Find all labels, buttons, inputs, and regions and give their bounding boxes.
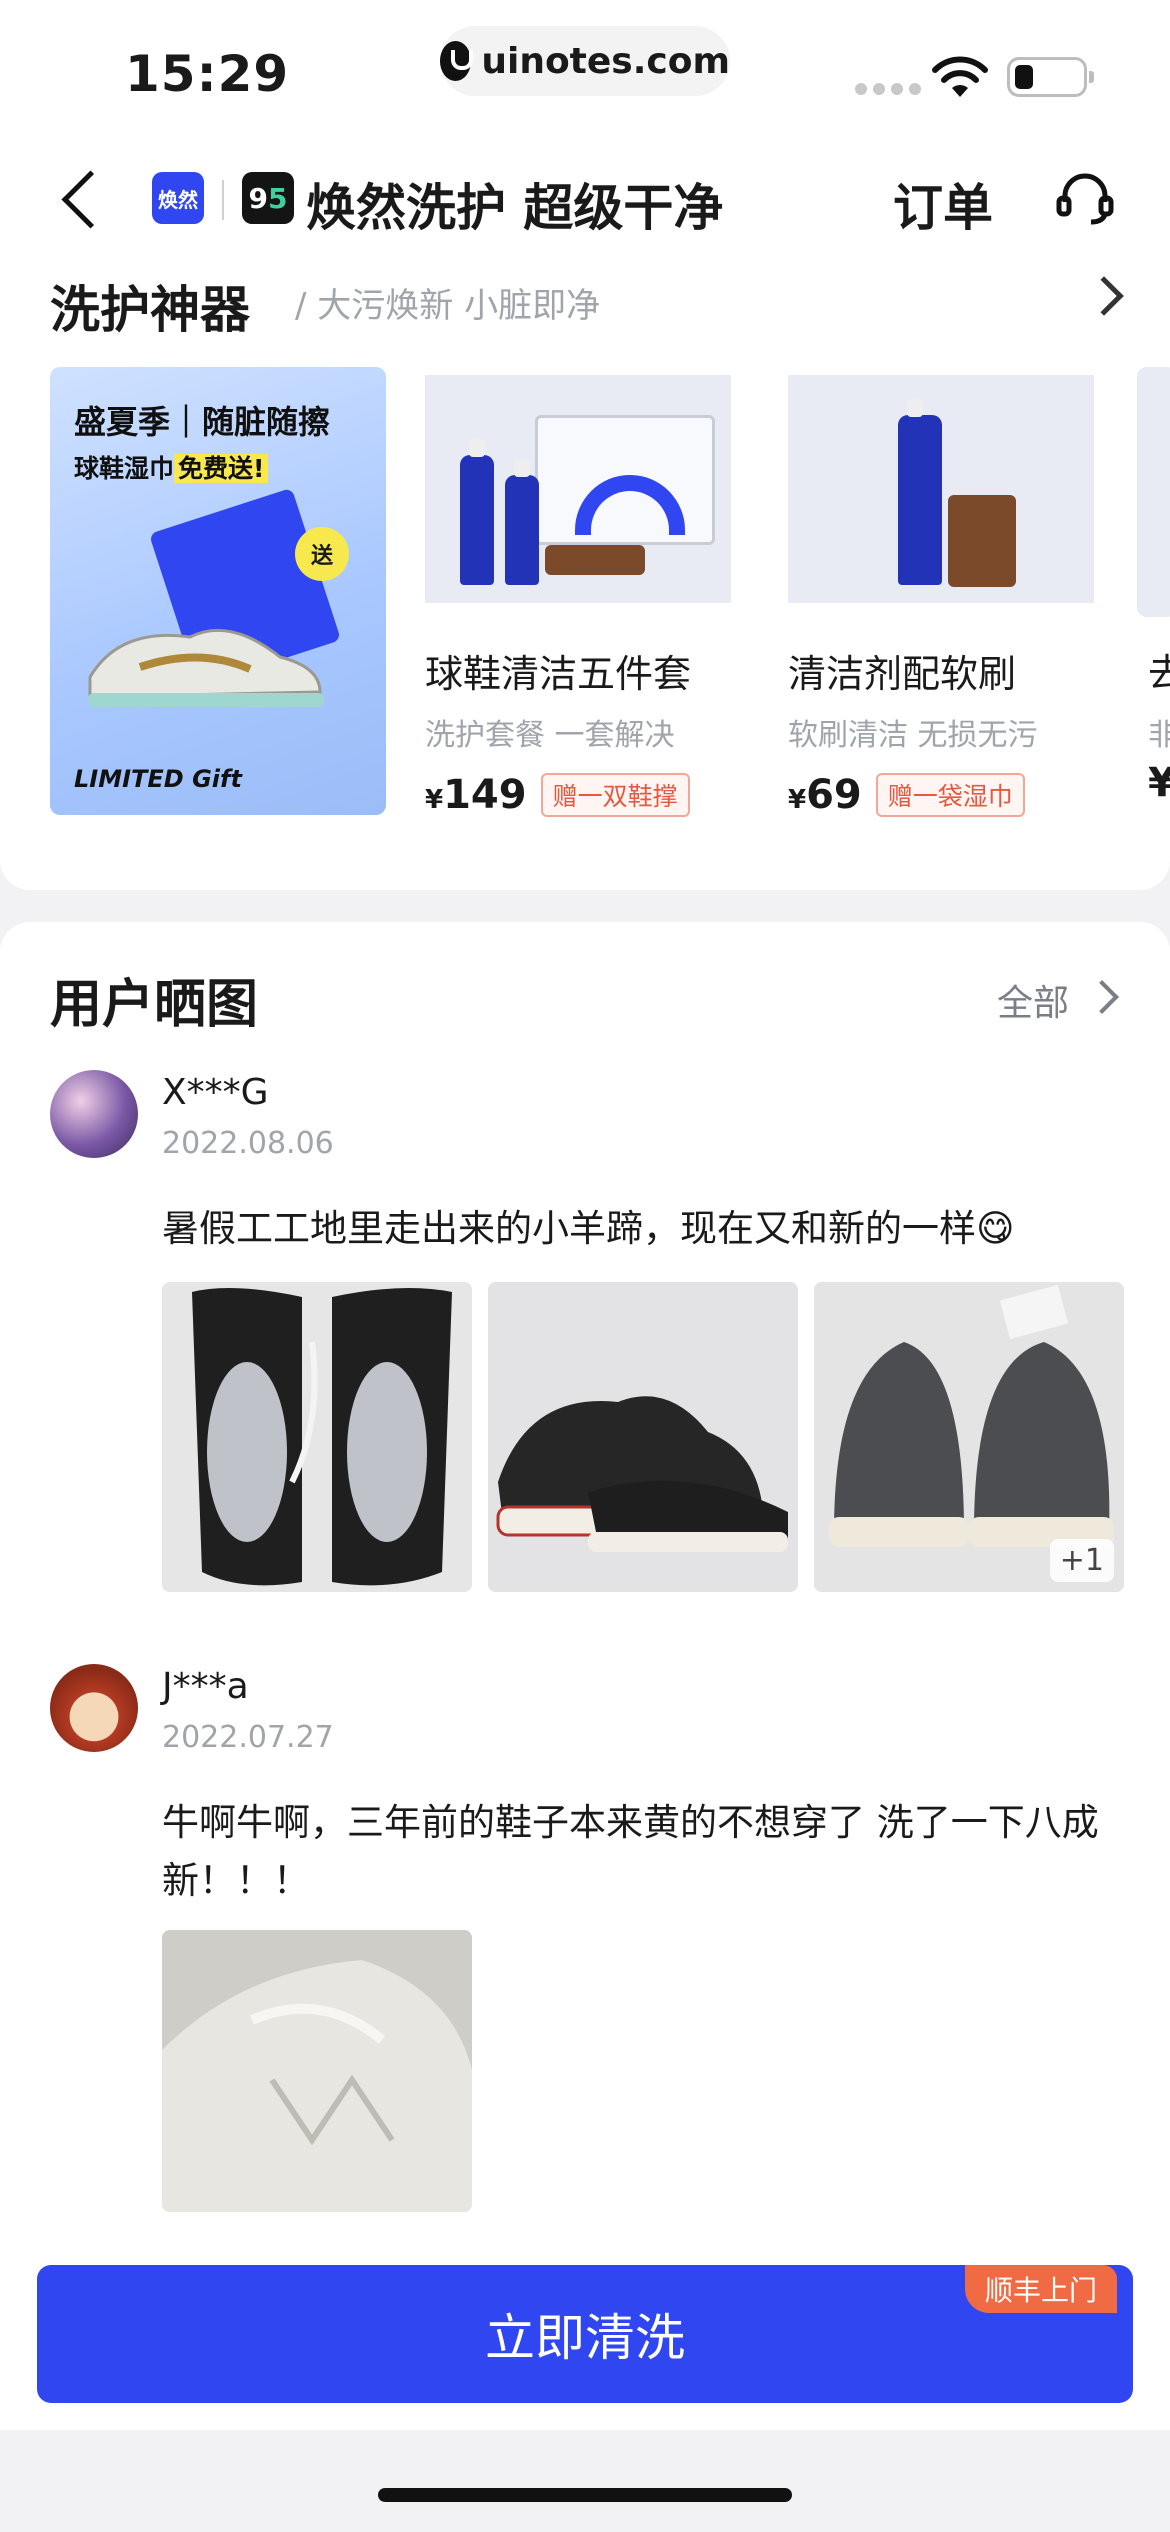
brand-95-digit-a: 9 xyxy=(248,181,268,215)
banner-headline: 盛夏季｜随脏随擦 xyxy=(74,403,331,441)
section-subtitle: / 大污焕新 小脏即净 xyxy=(295,286,601,326)
banner-sub-prefix: 球鞋湿巾 xyxy=(74,454,175,483)
battery-icon xyxy=(1007,57,1094,97)
product-image xyxy=(788,375,1094,603)
gift-badge: 赠一双鞋撑 xyxy=(540,773,690,817)
home-indicator[interactable] xyxy=(378,2488,792,2502)
cta-bar: 立即清洗 顺丰上门 xyxy=(0,2240,1170,2430)
brand-95-digit-b: 5 xyxy=(268,181,288,215)
section-title: 洗护神器 xyxy=(50,281,250,339)
wifi-icon xyxy=(932,56,988,97)
sneaker-image xyxy=(88,628,324,707)
product-name: 清洁剂配软刷 xyxy=(788,652,1017,696)
product-price: ¥149 xyxy=(425,772,527,818)
tools-section: 洗护神器 / 大污焕新 小脏即净 盛夏季｜随脏随擦 球鞋湿巾 免费送! 送 LIM… xyxy=(0,260,1170,890)
product-price-row: ¥69 赠一袋湿巾 xyxy=(788,772,1094,818)
price-value: 69 xyxy=(806,772,862,818)
peek-product-price: ¥6 xyxy=(1148,760,1170,806)
review-photos: +1 xyxy=(162,1282,1124,1592)
review-text: 暑假工工地里走出来的小羊蹄，现在又和新的一样😋 xyxy=(162,1207,1015,1250)
order-button[interactable]: 订单 xyxy=(893,168,993,240)
peek-product-desc: 非 xyxy=(1148,718,1170,753)
product-price: ¥69 xyxy=(788,772,862,818)
status-bar: 15:29 uinotes.com xyxy=(0,0,1170,140)
back-button[interactable] xyxy=(50,165,120,235)
price-currency: ¥ xyxy=(425,785,444,815)
customer-service-icon[interactable] xyxy=(1055,168,1115,228)
cellular-signal-icon xyxy=(855,83,921,95)
product-card[interactable]: 清洁剂配软刷 软刷清洁 无损无污 ¥69 赠一袋湿巾 xyxy=(788,375,1094,818)
product-desc: 洗护套餐 一套解决 xyxy=(425,718,675,753)
review-username: J***a xyxy=(162,1666,249,1707)
product-image xyxy=(425,375,731,603)
nav-bar: 焕然 95 焕然洗护 超级干净 订单 xyxy=(0,140,1170,260)
view-all-link[interactable]: 全部 xyxy=(997,974,1069,1026)
product-desc: 软刷清洁 无损无污 xyxy=(788,718,1038,753)
site-logo-icon xyxy=(440,41,474,81)
price-currency: ¥ xyxy=(788,785,807,815)
status-time: 15:29 xyxy=(125,45,290,103)
gift-badge: 赠一袋湿巾 xyxy=(875,773,1025,817)
nav-divider xyxy=(222,180,224,220)
review-photo[interactable]: +1 xyxy=(814,1282,1124,1592)
banner-footer: LIMITED Gift xyxy=(74,765,242,793)
chevron-right-icon[interactable] xyxy=(1085,980,1119,1014)
price-value: 149 xyxy=(443,772,527,818)
promo-banner[interactable]: 盛夏季｜随脏随擦 球鞋湿巾 免费送! 送 LIMITED Gift xyxy=(50,367,386,815)
product-price-row: ¥149 赠一双鞋撑 xyxy=(425,772,731,818)
review-photo[interactable] xyxy=(162,1930,472,2212)
review-photos xyxy=(162,1930,472,2212)
chevron-right-icon[interactable] xyxy=(1084,276,1124,316)
url-text: uinotes.com xyxy=(481,40,730,82)
url-pill[interactable]: uinotes.com xyxy=(440,26,730,96)
brand-badge-icon: 焕然 xyxy=(152,172,204,224)
more-photos-count: +1 xyxy=(1049,1539,1114,1582)
review-photo[interactable] xyxy=(488,1282,798,1592)
review-text: 牛啊牛啊，三年前的鞋子本来黄的不想穿了 洗了一下八成新！！！ xyxy=(162,1801,1099,1902)
peek-product-name: 去 xyxy=(1148,651,1170,695)
review-photo[interactable] xyxy=(162,1282,472,1592)
review-item: J***a 2022.07.27 牛啊牛啊，三年前的鞋子本来黄的不想穿了 洗了一… xyxy=(50,1664,1120,2212)
avatar[interactable] xyxy=(50,1070,138,1158)
review-date: 2022.08.06 xyxy=(162,1126,334,1161)
product-name: 球鞋清洁五件套 xyxy=(425,652,692,696)
banner-subline: 球鞋湿巾 免费送! xyxy=(74,449,269,485)
review-item: X***G 2022.08.06 暑假工工地里走出来的小羊蹄，现在又和新的一样😋 xyxy=(50,1070,1124,1592)
nav-title: 焕然洗护 超级干净 xyxy=(306,179,724,237)
brand-95-icon: 95 xyxy=(242,172,294,224)
banner-sub-highlight: 免费送! xyxy=(174,454,269,483)
banner-gift-tag: 送 xyxy=(295,527,349,581)
sf-pickup-badge: 顺丰上门 xyxy=(965,2265,1118,2313)
avatar[interactable] xyxy=(50,1664,138,1752)
reviews-section: 用户晒图 全部 X***G 2022.08.06 暑假工工地里走出来的小羊蹄，现… xyxy=(0,922,1170,2430)
review-username: X***G xyxy=(162,1072,269,1113)
product-card[interactable]: 球鞋清洁五件套 洗护套餐 一套解决 ¥149 赠一双鞋撑 xyxy=(425,375,731,818)
product-card-peek[interactable] xyxy=(1137,367,1170,617)
reviews-title: 用户晒图 xyxy=(50,975,259,1035)
review-date: 2022.07.27 xyxy=(162,1720,334,1755)
